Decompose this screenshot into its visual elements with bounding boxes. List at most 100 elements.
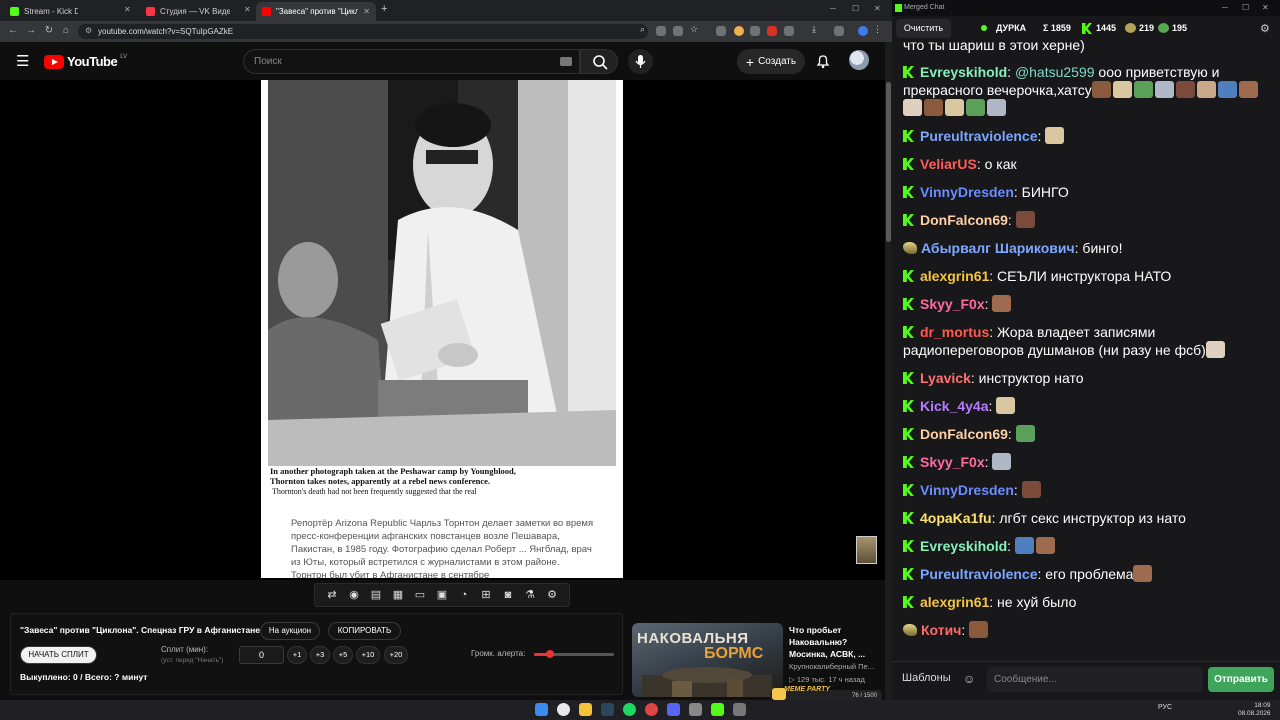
menu-kebab-icon[interactable]: ⋮ bbox=[873, 24, 883, 34]
close-icon[interactable]: ✕ bbox=[244, 5, 251, 14]
chrome-icon[interactable] bbox=[557, 703, 570, 716]
repeat-icon[interactable]: ⇄ bbox=[325, 588, 339, 602]
notifications-bell-icon[interactable] bbox=[815, 53, 831, 69]
chat-username[interactable]: Котич bbox=[921, 622, 961, 638]
steam-icon[interactable] bbox=[601, 703, 614, 716]
discord-icon[interactable] bbox=[667, 703, 680, 716]
create-button[interactable]: + Создать bbox=[737, 49, 805, 74]
flask-icon[interactable]: ⚗ bbox=[523, 588, 537, 602]
step-plus-5-button[interactable]: +5 bbox=[333, 646, 353, 664]
chat-username[interactable]: dr_mortus bbox=[920, 324, 989, 340]
chat-username[interactable]: Kick_4y4a bbox=[920, 398, 989, 414]
chat-username[interactable]: Абырвалг Шарикович bbox=[921, 240, 1075, 256]
tab-kick[interactable]: Stream - Kick Dashboard bbox=[4, 2, 84, 21]
chat-username[interactable]: VeliarUS bbox=[920, 156, 977, 172]
sync-icon[interactable] bbox=[858, 26, 868, 36]
templates-button[interactable]: Шаблоны bbox=[902, 672, 951, 684]
chat-scrollbar[interactable] bbox=[1274, 36, 1279, 660]
extensions-puzzle-icon[interactable] bbox=[784, 26, 794, 36]
extension-icon[interactable] bbox=[656, 26, 666, 36]
close-window-icon[interactable]: ✕ bbox=[874, 4, 881, 13]
chat-username[interactable]: VinnyDresden bbox=[920, 482, 1014, 498]
voice-search-button[interactable] bbox=[628, 49, 653, 74]
search-button[interactable] bbox=[580, 49, 618, 74]
close-icon[interactable]: ✕ bbox=[124, 5, 131, 14]
app-icon[interactable] bbox=[733, 703, 746, 716]
maximize-icon[interactable]: ☐ bbox=[1242, 3, 1249, 12]
extension-icon[interactable] bbox=[750, 26, 760, 36]
start-split-button[interactable]: НАЧАТЬ СПЛИТ bbox=[20, 646, 97, 664]
app-icon[interactable] bbox=[645, 703, 658, 716]
recommended-channel[interactable]: Крупнокалиберный Пе... bbox=[789, 662, 884, 671]
chat-username[interactable]: Pureultraviolence bbox=[920, 128, 1038, 144]
chat-username[interactable]: alexgrin61 bbox=[920, 594, 989, 610]
chat-username[interactable]: alexgrin61 bbox=[920, 268, 989, 284]
chat-username[interactable]: Evreyskihold bbox=[920, 538, 1007, 554]
split-minutes-input[interactable]: 0 bbox=[239, 646, 284, 664]
broadcast-icon[interactable]: ◉ bbox=[347, 588, 361, 602]
add-icon[interactable]: ⊞ bbox=[479, 588, 493, 602]
camera-icon[interactable]: ◙ bbox=[501, 588, 515, 602]
on-auction-button[interactable]: На аукцион bbox=[260, 622, 320, 640]
home-icon[interactable]: ⌂ bbox=[59, 25, 73, 36]
side-thumbnail[interactable] bbox=[856, 536, 877, 564]
send-button[interactable]: Отправить bbox=[1208, 667, 1274, 692]
step-plus-10-button[interactable]: +10 bbox=[356, 646, 380, 664]
forward-icon[interactable]: → bbox=[24, 25, 38, 36]
copy-button[interactable]: КОПИРОВАТЬ bbox=[328, 622, 401, 640]
site-info-icon[interactable]: ⚙ bbox=[85, 26, 92, 35]
close-window-icon[interactable]: ✕ bbox=[1262, 3, 1269, 12]
start-icon[interactable] bbox=[535, 703, 548, 716]
tab-vk[interactable]: Студия — VK Видео Live bbox=[140, 2, 236, 21]
chat-username[interactable]: Skyy_F0x bbox=[920, 296, 985, 312]
chat-username[interactable]: Pureultraviolence bbox=[920, 566, 1038, 582]
search-input[interactable]: Поиск bbox=[243, 49, 580, 74]
youtube-logo[interactable]: YouTube LV bbox=[44, 54, 127, 69]
emoji-icon[interactable]: ☺ bbox=[963, 672, 975, 686]
subscriptions-icon[interactable]: ▤ bbox=[369, 588, 383, 602]
close-icon[interactable]: ✕ bbox=[363, 7, 370, 16]
hamburger-menu-icon[interactable]: ☰ bbox=[16, 52, 29, 70]
minimize-icon[interactable]: ─ bbox=[1222, 3, 1228, 12]
keyboard-icon[interactable] bbox=[560, 57, 572, 66]
translate-icon[interactable] bbox=[673, 26, 683, 36]
recommended-video[interactable]: НАКОВАЛЬНЯ БОРМС Что пробьет Наковальню?… bbox=[632, 622, 884, 697]
settings-icon[interactable]: ⚙ bbox=[545, 588, 559, 602]
minimize-icon[interactable]: ─ bbox=[830, 4, 836, 13]
recommended-thumbnail[interactable]: НАКОВАЛЬНЯ БОРМС bbox=[632, 623, 783, 697]
chat-username[interactable]: 4opaKa1fu bbox=[920, 510, 992, 526]
step-plus-1-button[interactable]: +1 bbox=[287, 646, 307, 664]
extension-icon[interactable] bbox=[734, 26, 744, 36]
chat-username[interactable]: VinnyDresden bbox=[920, 184, 1014, 200]
chat-username[interactable]: Lyavick bbox=[920, 370, 971, 386]
bookmark-icon[interactable]: ☆ bbox=[690, 24, 700, 34]
search-icon[interactable]: ⌕ bbox=[640, 24, 650, 34]
folder-icon[interactable] bbox=[579, 703, 592, 716]
chat-username[interactable]: Skyy_F0x bbox=[920, 454, 985, 470]
speed-icon[interactable]: ◔ bbox=[457, 588, 471, 602]
chat-username[interactable]: DonFalcon69 bbox=[920, 426, 1008, 442]
chat-message-input[interactable]: Сообщение... bbox=[987, 667, 1203, 692]
profile-icon[interactable] bbox=[834, 26, 844, 36]
recommended-title[interactable]: Что пробьет Наковальню? Мосинка, АСВК, .… bbox=[789, 624, 884, 660]
extension-icon[interactable] bbox=[767, 26, 777, 36]
page-scrollbar[interactable] bbox=[885, 42, 892, 700]
screen-icon[interactable]: ▭ bbox=[413, 588, 427, 602]
user-avatar[interactable] bbox=[849, 50, 869, 70]
scrollbar-thumb[interactable] bbox=[886, 82, 891, 242]
back-icon[interactable]: ← bbox=[6, 25, 20, 36]
settings-icon[interactable]: ⚙ bbox=[1260, 22, 1270, 35]
kick-icon[interactable] bbox=[711, 703, 724, 716]
maximize-icon[interactable]: ☐ bbox=[852, 4, 859, 13]
slider-handle[interactable] bbox=[546, 650, 554, 658]
tab-youtube[interactable]: "Завеса" против "Циклона" ✕ bbox=[256, 2, 376, 21]
clock[interactable]: 18:09 08.08.2026 bbox=[1238, 702, 1271, 718]
playlist-icon[interactable]: ▦ bbox=[391, 588, 405, 602]
tray-language[interactable]: РУС bbox=[1158, 704, 1172, 711]
app-icon[interactable] bbox=[689, 703, 702, 716]
video-player[interactable]: In another photograph taken at the Pesha… bbox=[0, 80, 885, 580]
alert-volume-slider[interactable] bbox=[534, 650, 614, 658]
download-icon[interactable]: ⤓ bbox=[812, 24, 822, 34]
url-input[interactable]: ⚙ youtube.com/watch?v=SQTuIpGAZkE bbox=[78, 24, 648, 39]
new-tab-button[interactable]: + bbox=[381, 3, 387, 15]
